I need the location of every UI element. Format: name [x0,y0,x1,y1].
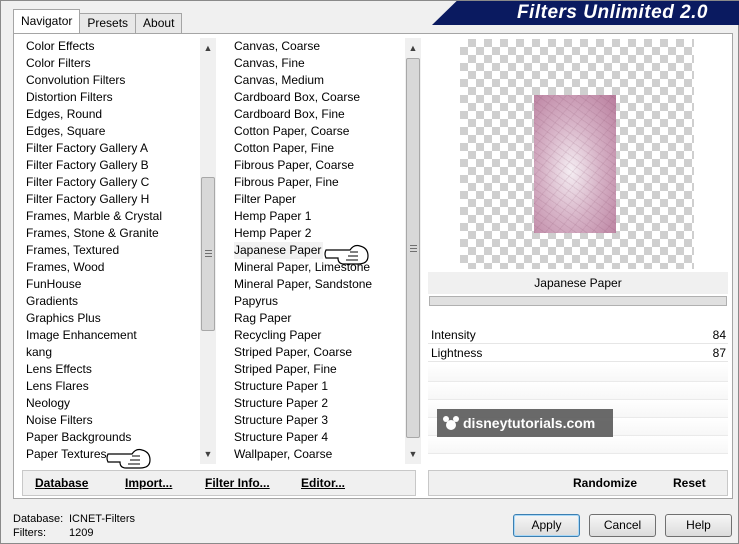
category-list[interactable]: Color Effects Color Filters Convolution … [26,38,210,464]
category-item[interactable]: Lens Effects [26,361,210,378]
category-item[interactable]: Filter Factory Gallery C [26,174,210,191]
parameter-sliders: Intensity 84 Lightness 87 [428,326,728,362]
category-item[interactable]: Color Effects [26,38,210,55]
category-item[interactable]: Noise Filters [26,412,210,429]
category-item[interactable]: Color Filters [26,55,210,72]
database-button[interactable]: Database [35,476,88,490]
filter-item[interactable]: Fibrous Paper, Fine [234,174,404,191]
tab-presets[interactable]: Presets [79,13,137,33]
watermark-text: disneytutorials.com [463,415,596,431]
banner-title: Filters Unlimited 2.0 [516,2,708,23]
intensity-label: Intensity [431,328,476,342]
scroll-down-icon[interactable]: ▼ [200,446,216,462]
filter-item[interactable]: Canvas, Medium [234,72,404,89]
pointing-hand-icon [324,244,369,265]
filter-item[interactable]: Hemp Paper 1 [234,208,404,225]
filters-unlimited-dialog: Navigator Presets About Filters Unlimite… [0,0,739,544]
editor-button[interactable]: Editor... [301,476,345,490]
category-item[interactable]: Neology [26,395,210,412]
intensity-slider[interactable]: Intensity 84 [428,326,728,344]
category-item[interactable]: Frames, Marble & Crystal [26,208,210,225]
import-button[interactable]: Import... [125,476,172,490]
preview-canvas [460,39,694,269]
lightness-slider[interactable]: Lightness 87 [428,344,728,362]
navigator-panel: Color Effects Color Filters Convolution … [13,33,733,499]
category-item[interactable]: kang [26,344,210,361]
scroll-up-icon[interactable]: ▲ [405,40,421,56]
filter-item[interactable]: Wallpaper, Coarse [234,446,404,463]
filter-item[interactable]: Cardboard Box, Coarse [234,89,404,106]
cancel-button[interactable]: Cancel [589,514,656,537]
filter-list[interactable]: Canvas, Coarse Canvas, Fine Canvas, Medi… [234,38,404,464]
filter-item[interactable]: Structure Paper 4 [234,429,404,446]
category-item[interactable]: Filter Factory Gallery H [26,191,210,208]
filter-item[interactable]: Fibrous Paper, Coarse [234,157,404,174]
category-item[interactable]: Frames, Stone & Granite [26,225,210,242]
filter-item[interactable]: Striped Paper, Coarse [234,344,404,361]
lightness-label: Lightness [431,346,483,360]
scroll-thumb[interactable] [406,58,420,438]
filter-item[interactable]: Cotton Paper, Coarse [234,123,404,140]
intensity-value: 84 [712,328,726,342]
category-item[interactable]: Filter Factory Gallery B [26,157,210,174]
filter-item[interactable]: Structure Paper 2 [234,395,404,412]
category-item[interactable]: Image Enhancement [26,327,210,344]
pointing-hand-icon [106,448,151,469]
filters-label: Filters: [13,527,46,539]
filter-item[interactable]: Filter Paper [234,191,404,208]
progress-bar [429,296,727,306]
filter-scrollbar[interactable]: ▲ ▼ [405,38,421,464]
status-info: Database: ICNET-Filters Filters: 1209 [13,512,135,540]
filter-item[interactable]: Hemp Paper 2 [234,225,404,242]
category-item[interactable]: Frames, Wood [26,259,210,276]
filter-item[interactable]: Mineral Paper, Limestone [234,259,404,276]
tab-about[interactable]: About [135,13,183,33]
category-item[interactable]: Convolution Filters [26,72,210,89]
filter-item[interactable]: Rag Paper [234,310,404,327]
tab-bar: Navigator Presets About [13,9,183,33]
category-item[interactable]: Frames, Textured [26,242,210,259]
scroll-up-icon[interactable]: ▲ [200,40,216,56]
filter-item[interactable]: Cotton Paper, Fine [234,140,404,157]
navigator-link-bar: Database Import... Filter Info... Editor… [22,470,416,496]
category-item[interactable]: Edges, Round [26,106,210,123]
help-button[interactable]: Help [665,514,732,537]
scroll-thumb[interactable] [201,177,215,331]
filter-item[interactable]: Recycling Paper [234,327,404,344]
filter-item[interactable]: Papyrus [234,293,404,310]
filter-item[interactable]: Mineral Paper, Sandstone [234,276,404,293]
category-item[interactable]: Edges, Square [26,123,210,140]
preset-action-bar: Randomize Reset [428,470,728,496]
filter-info-button[interactable]: Filter Info... [205,476,270,490]
filter-item[interactable]: Structure Paper 3 [234,412,404,429]
category-item[interactable]: Graphics Plus [26,310,210,327]
randomize-button[interactable]: Randomize [573,476,637,490]
category-item[interactable]: Filter Factory Gallery A [26,140,210,157]
filter-item[interactable]: Canvas, Coarse [234,38,404,55]
mickey-logo-icon [443,416,459,430]
watermark: disneytutorials.com [437,409,613,437]
tab-navigator[interactable]: Navigator [13,9,81,33]
filter-item[interactable]: Canvas, Fine [234,55,404,72]
reset-button[interactable]: Reset [673,476,706,490]
lightness-value: 87 [712,346,726,360]
filter-item[interactable]: Cardboard Box, Fine [234,106,404,123]
filter-item[interactable]: Structure Paper 1 [234,378,404,395]
filter-item[interactable]: Striped Paper, Fine [234,361,404,378]
database-value: ICNET-Filters [69,513,135,525]
selected-filter-name: Japanese Paper [428,272,728,294]
selected-filter-label: Japanese Paper [234,242,324,259]
category-item[interactable]: FunHouse [26,276,210,293]
scroll-down-icon[interactable]: ▼ [405,446,421,462]
category-item[interactable]: Lens Flares [26,378,210,395]
category-scrollbar[interactable]: ▲ ▼ [200,38,216,464]
database-label: Database: [13,513,64,525]
category-item[interactable]: Gradients [26,293,210,310]
filter-item-selected[interactable]: Japanese Paper [234,242,404,259]
category-item[interactable]: Distortion Filters [26,89,210,106]
filters-count: 1209 [69,527,94,539]
paper-texture-preview [534,95,616,233]
apply-button[interactable]: Apply [513,514,580,537]
